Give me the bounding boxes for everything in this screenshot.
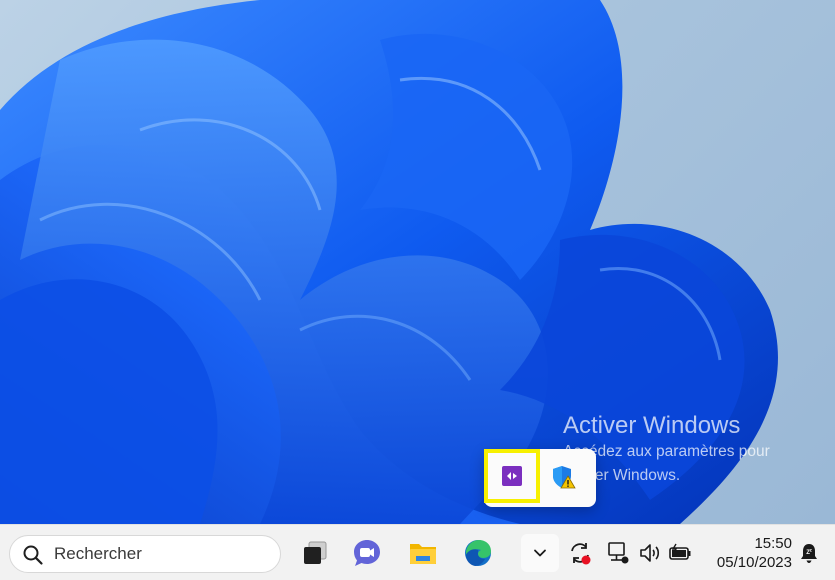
show-hidden-icons-button[interactable]: [521, 534, 559, 572]
battery-tray-item[interactable]: [667, 540, 693, 566]
sync-error-icon: [571, 543, 591, 565]
sync-tray-item[interactable]: [567, 540, 593, 566]
teams-chat-icon: [354, 540, 380, 566]
windows-security-warning-icon: [553, 466, 576, 489]
taskbar: 15:50 05/10/2023 Z z: [0, 524, 835, 580]
purple-app-tray-item[interactable]: [484, 449, 540, 503]
hidden-icons-flyout: [484, 449, 596, 507]
clock-date: 05/10/2023: [716, 554, 792, 571]
search-input[interactable]: [54, 536, 274, 572]
volume-icon: [640, 544, 660, 562]
edge-button[interactable]: [457, 532, 499, 574]
volume-tray-item[interactable]: [637, 540, 663, 566]
task-view-button[interactable]: [294, 532, 336, 574]
notifications-button[interactable]: Z z: [796, 540, 822, 566]
clock-time: 15:50: [754, 535, 792, 552]
purple-app-icon: [502, 466, 522, 486]
desktop: Activer Windows Accédez aux paramètres p…: [0, 0, 835, 524]
teams-chat-button[interactable]: [346, 532, 388, 574]
network-tray-item[interactable]: [605, 540, 631, 566]
watermark-title: Activer Windows: [563, 412, 741, 439]
search-icon: [23, 545, 43, 565]
notification-bell-icon: Z z: [801, 544, 817, 563]
windows-security-tray-item[interactable]: [546, 459, 582, 495]
file-explorer-icon: [410, 544, 436, 564]
battery-icon: [669, 543, 691, 560]
network-icon: [608, 542, 629, 564]
show-hidden-icons-chevron: [534, 549, 546, 557]
clock[interactable]: 15:50 05/10/2023: [700, 534, 792, 572]
task-view-icon: [304, 541, 327, 564]
taskbar-search-box[interactable]: [9, 535, 281, 573]
file-explorer-button[interactable]: [402, 532, 444, 574]
edge-icon: [465, 540, 491, 566]
